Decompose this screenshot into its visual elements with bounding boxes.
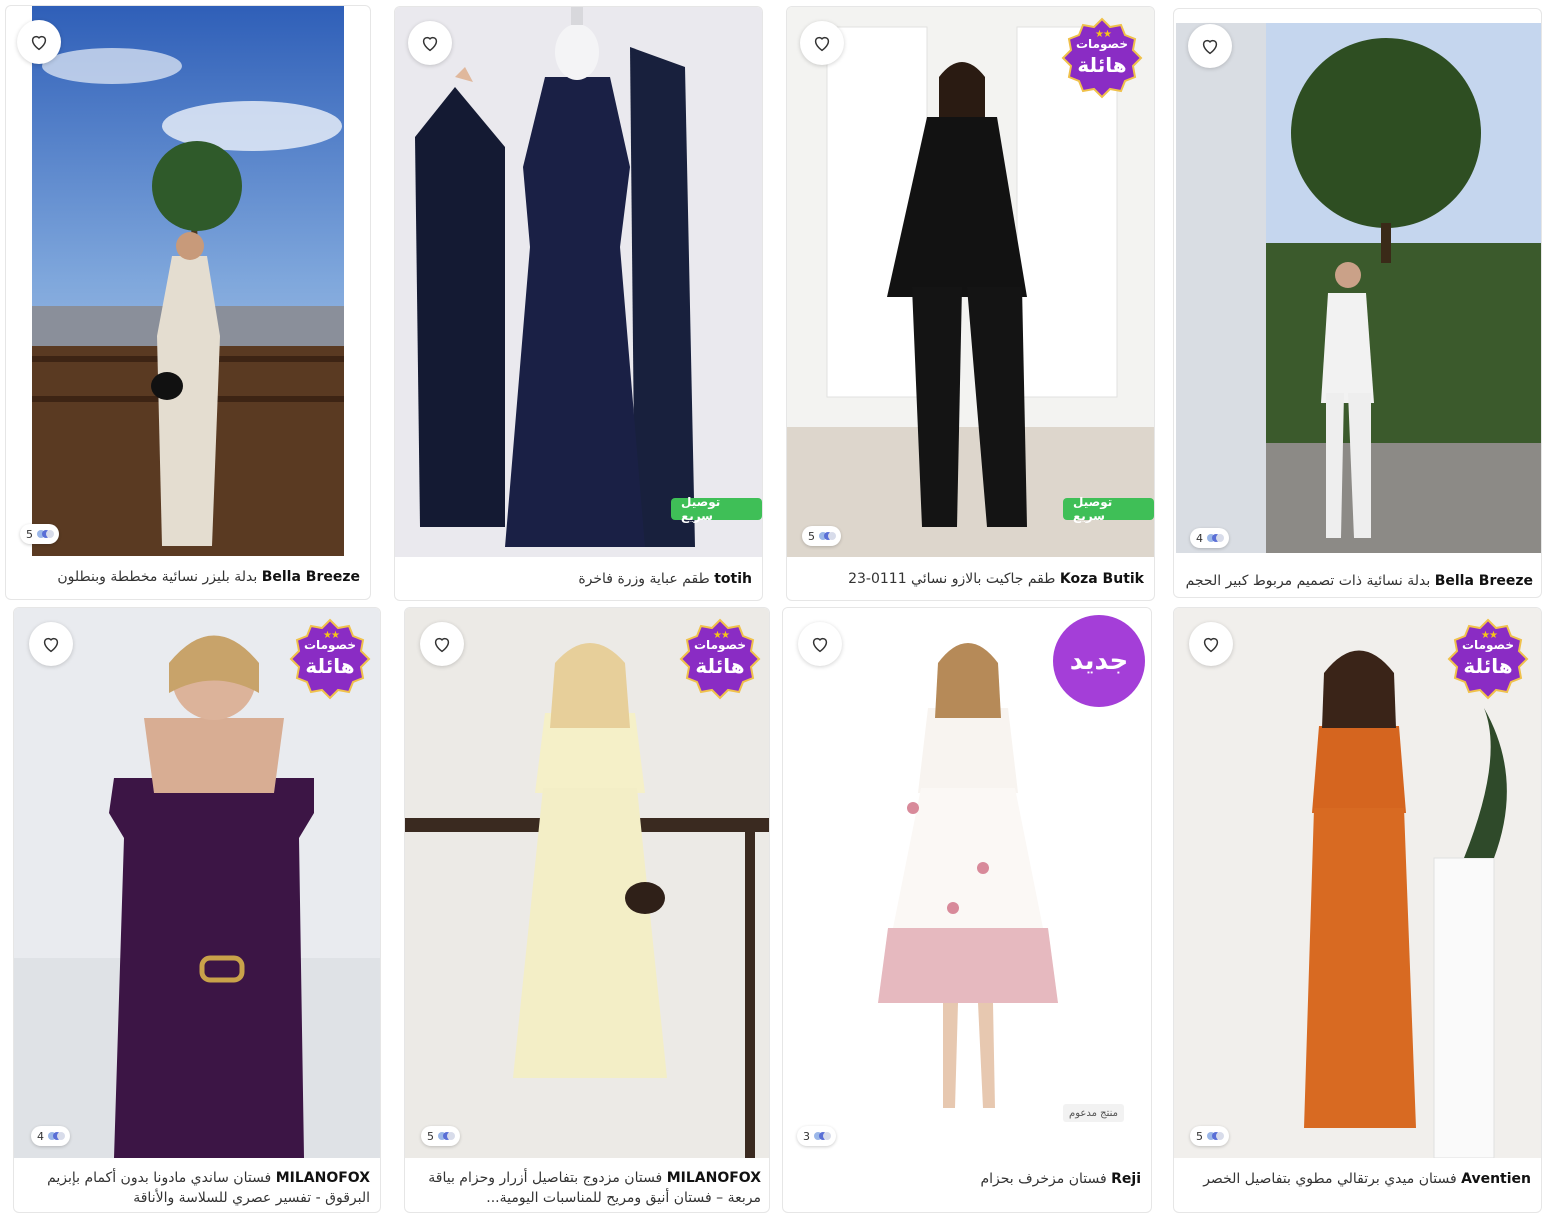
product-card[interactable]: ★ ★ خصومات هائلة 4 MILANOFOX فستان ساندي … <box>13 607 381 1213</box>
color-dots-icon <box>819 531 836 541</box>
heart-outline-icon <box>422 36 438 52</box>
favorite-button[interactable] <box>29 622 73 666</box>
color-count-value: 5 <box>427 1129 434 1143</box>
favorite-button[interactable] <box>17 20 61 64</box>
discount-badge-line2: هائلة <box>1463 654 1513 678</box>
color-dots-icon <box>48 1131 65 1141</box>
favorite-button[interactable] <box>798 622 842 666</box>
product-card[interactable]: ★ ★ خصومات هائلة 5 توصيل سريع Koza Butik … <box>786 6 1155 601</box>
discount-badge: ★ ★ خصومات هائلة <box>287 616 373 700</box>
color-count-value: 4 <box>37 1129 44 1143</box>
color-dots-icon <box>1207 1131 1224 1141</box>
discount-badge-line1: خصومات <box>694 638 746 652</box>
product-name: فستان مزخرف بحزام <box>980 1171 1107 1187</box>
sponsored-label: منتج مدعوم <box>1063 1104 1124 1122</box>
heart-outline-icon <box>814 36 830 52</box>
product-title[interactable]: MILANOFOX فستان ساندي مادونا بدون أكمام … <box>24 1168 370 1210</box>
product-name: فستان ميدي برتقالي مطوي بتفاصيل الخصر <box>1203 1171 1457 1187</box>
product-title[interactable]: Bella Breeze بدلة بليزر نسائية مخططة وبن… <box>16 567 360 591</box>
product-brand: Bella Breeze <box>1434 573 1533 589</box>
discount-badge-line2: هائلة <box>1077 53 1127 77</box>
product-title[interactable]: Reji فستان مزخرف بحزام <box>793 1169 1141 1193</box>
product-card[interactable]: ★ ★ خصومات هائلة 5 Aventien فستان ميدي بر… <box>1173 607 1542 1213</box>
product-title[interactable]: Aventien فستان ميدي برتقالي مطوي بتفاصيل… <box>1184 1169 1531 1193</box>
discount-badge-line2: هائلة <box>305 654 355 678</box>
product-card[interactable]: ★ ★ خصومات هائلة 5 MILANOFOX فستان مزدوج … <box>404 607 770 1213</box>
heart-outline-icon <box>434 637 450 653</box>
favorite-button[interactable] <box>800 21 844 65</box>
heart-outline-icon <box>1203 637 1219 653</box>
product-brand: Bella Breeze <box>261 569 360 585</box>
heart-outline-icon <box>31 35 47 51</box>
color-count-value: 4 <box>1196 531 1203 545</box>
product-title[interactable]: totih طقم عباية وزرة فاخرة <box>405 569 752 593</box>
product-card[interactable]: 4 Bella Breeze بدلة نسائية ذات تصميم مرب… <box>1173 8 1542 598</box>
product-title[interactable]: MILANOFOX فستان مزدوج بتفاصيل أزرار وحزا… <box>415 1168 761 1210</box>
product-brand: totih <box>714 571 752 587</box>
product-brand: Reji <box>1111 1171 1141 1187</box>
product-title[interactable]: Koza Butik طقم جاكيت بالازو نسائي 0111-2… <box>797 569 1144 593</box>
favorite-button[interactable] <box>1188 24 1232 68</box>
product-name: طقم جاكيت بالازو نسائي 0111-23 <box>848 571 1056 587</box>
product-name: بدلة بليزر نسائية مخططة وبنطلون <box>57 569 258 585</box>
color-count-value: 5 <box>26 527 33 541</box>
new-badge: جديد <box>1053 615 1145 707</box>
color-count: 5 <box>802 526 841 546</box>
product-name: بدلة نسائية ذات تصميم مربوط كبير الحجم <box>1185 573 1431 589</box>
color-dots-icon <box>1207 533 1224 543</box>
color-count-value: 5 <box>808 529 815 543</box>
color-count: 3 <box>797 1126 836 1146</box>
favorite-button[interactable] <box>1189 622 1233 666</box>
discount-badge-line1: خصومات <box>304 638 356 652</box>
product-card[interactable]: توصيل سريع totih طقم عباية وزرة فاخرة <box>394 6 763 601</box>
favorite-button[interactable] <box>408 21 452 65</box>
discount-badge: ★ ★ خصومات هائلة <box>1059 15 1145 99</box>
color-count: 5 <box>20 524 59 544</box>
color-dots-icon <box>814 1131 831 1141</box>
color-count: 5 <box>1190 1126 1229 1146</box>
favorite-button[interactable] <box>420 622 464 666</box>
product-title[interactable]: Bella Breeze بدلة نسائية ذات تصميم مربوط… <box>1184 571 1533 595</box>
product-brand: Koza Butik <box>1059 571 1144 587</box>
product-image[interactable] <box>32 6 344 556</box>
discount-badge-line2: هائلة <box>695 654 745 678</box>
color-count: 4 <box>31 1126 70 1146</box>
discount-badge: ★ ★ خصومات هائلة <box>677 616 763 700</box>
product-name: طقم عباية وزرة فاخرة <box>578 571 710 587</box>
product-card[interactable]: جديد منتج مدعوم 3 Reji فستان مزخرف بحزام <box>782 607 1152 1213</box>
product-image[interactable] <box>1176 23 1541 553</box>
discount-badge-line1: خصومات <box>1076 37 1128 51</box>
product-card[interactable]: 5 Bella Breeze بدلة بليزر نسائية مخططة و… <box>5 5 371 600</box>
heart-outline-icon <box>1202 39 1218 55</box>
color-dots-icon <box>37 529 54 539</box>
product-image[interactable] <box>395 7 762 557</box>
heart-outline-icon <box>43 637 59 653</box>
discount-badge: ★ ★ خصومات هائلة <box>1445 616 1531 700</box>
discount-badge-line1: خصومات <box>1462 638 1514 652</box>
product-brand: Aventien <box>1461 1171 1531 1187</box>
color-count: 4 <box>1190 528 1229 548</box>
color-count-value: 5 <box>1196 1129 1203 1143</box>
product-brand: MILANOFOX <box>666 1170 761 1186</box>
heart-outline-icon <box>812 637 828 653</box>
color-dots-icon <box>438 1131 455 1141</box>
color-count: 5 <box>421 1126 460 1146</box>
product-brand: MILANOFOX <box>275 1170 370 1186</box>
fast-delivery-badge: توصيل سريع <box>671 495 762 523</box>
color-count-value: 3 <box>803 1129 810 1143</box>
fast-delivery-badge: توصيل سريع <box>1063 495 1154 523</box>
